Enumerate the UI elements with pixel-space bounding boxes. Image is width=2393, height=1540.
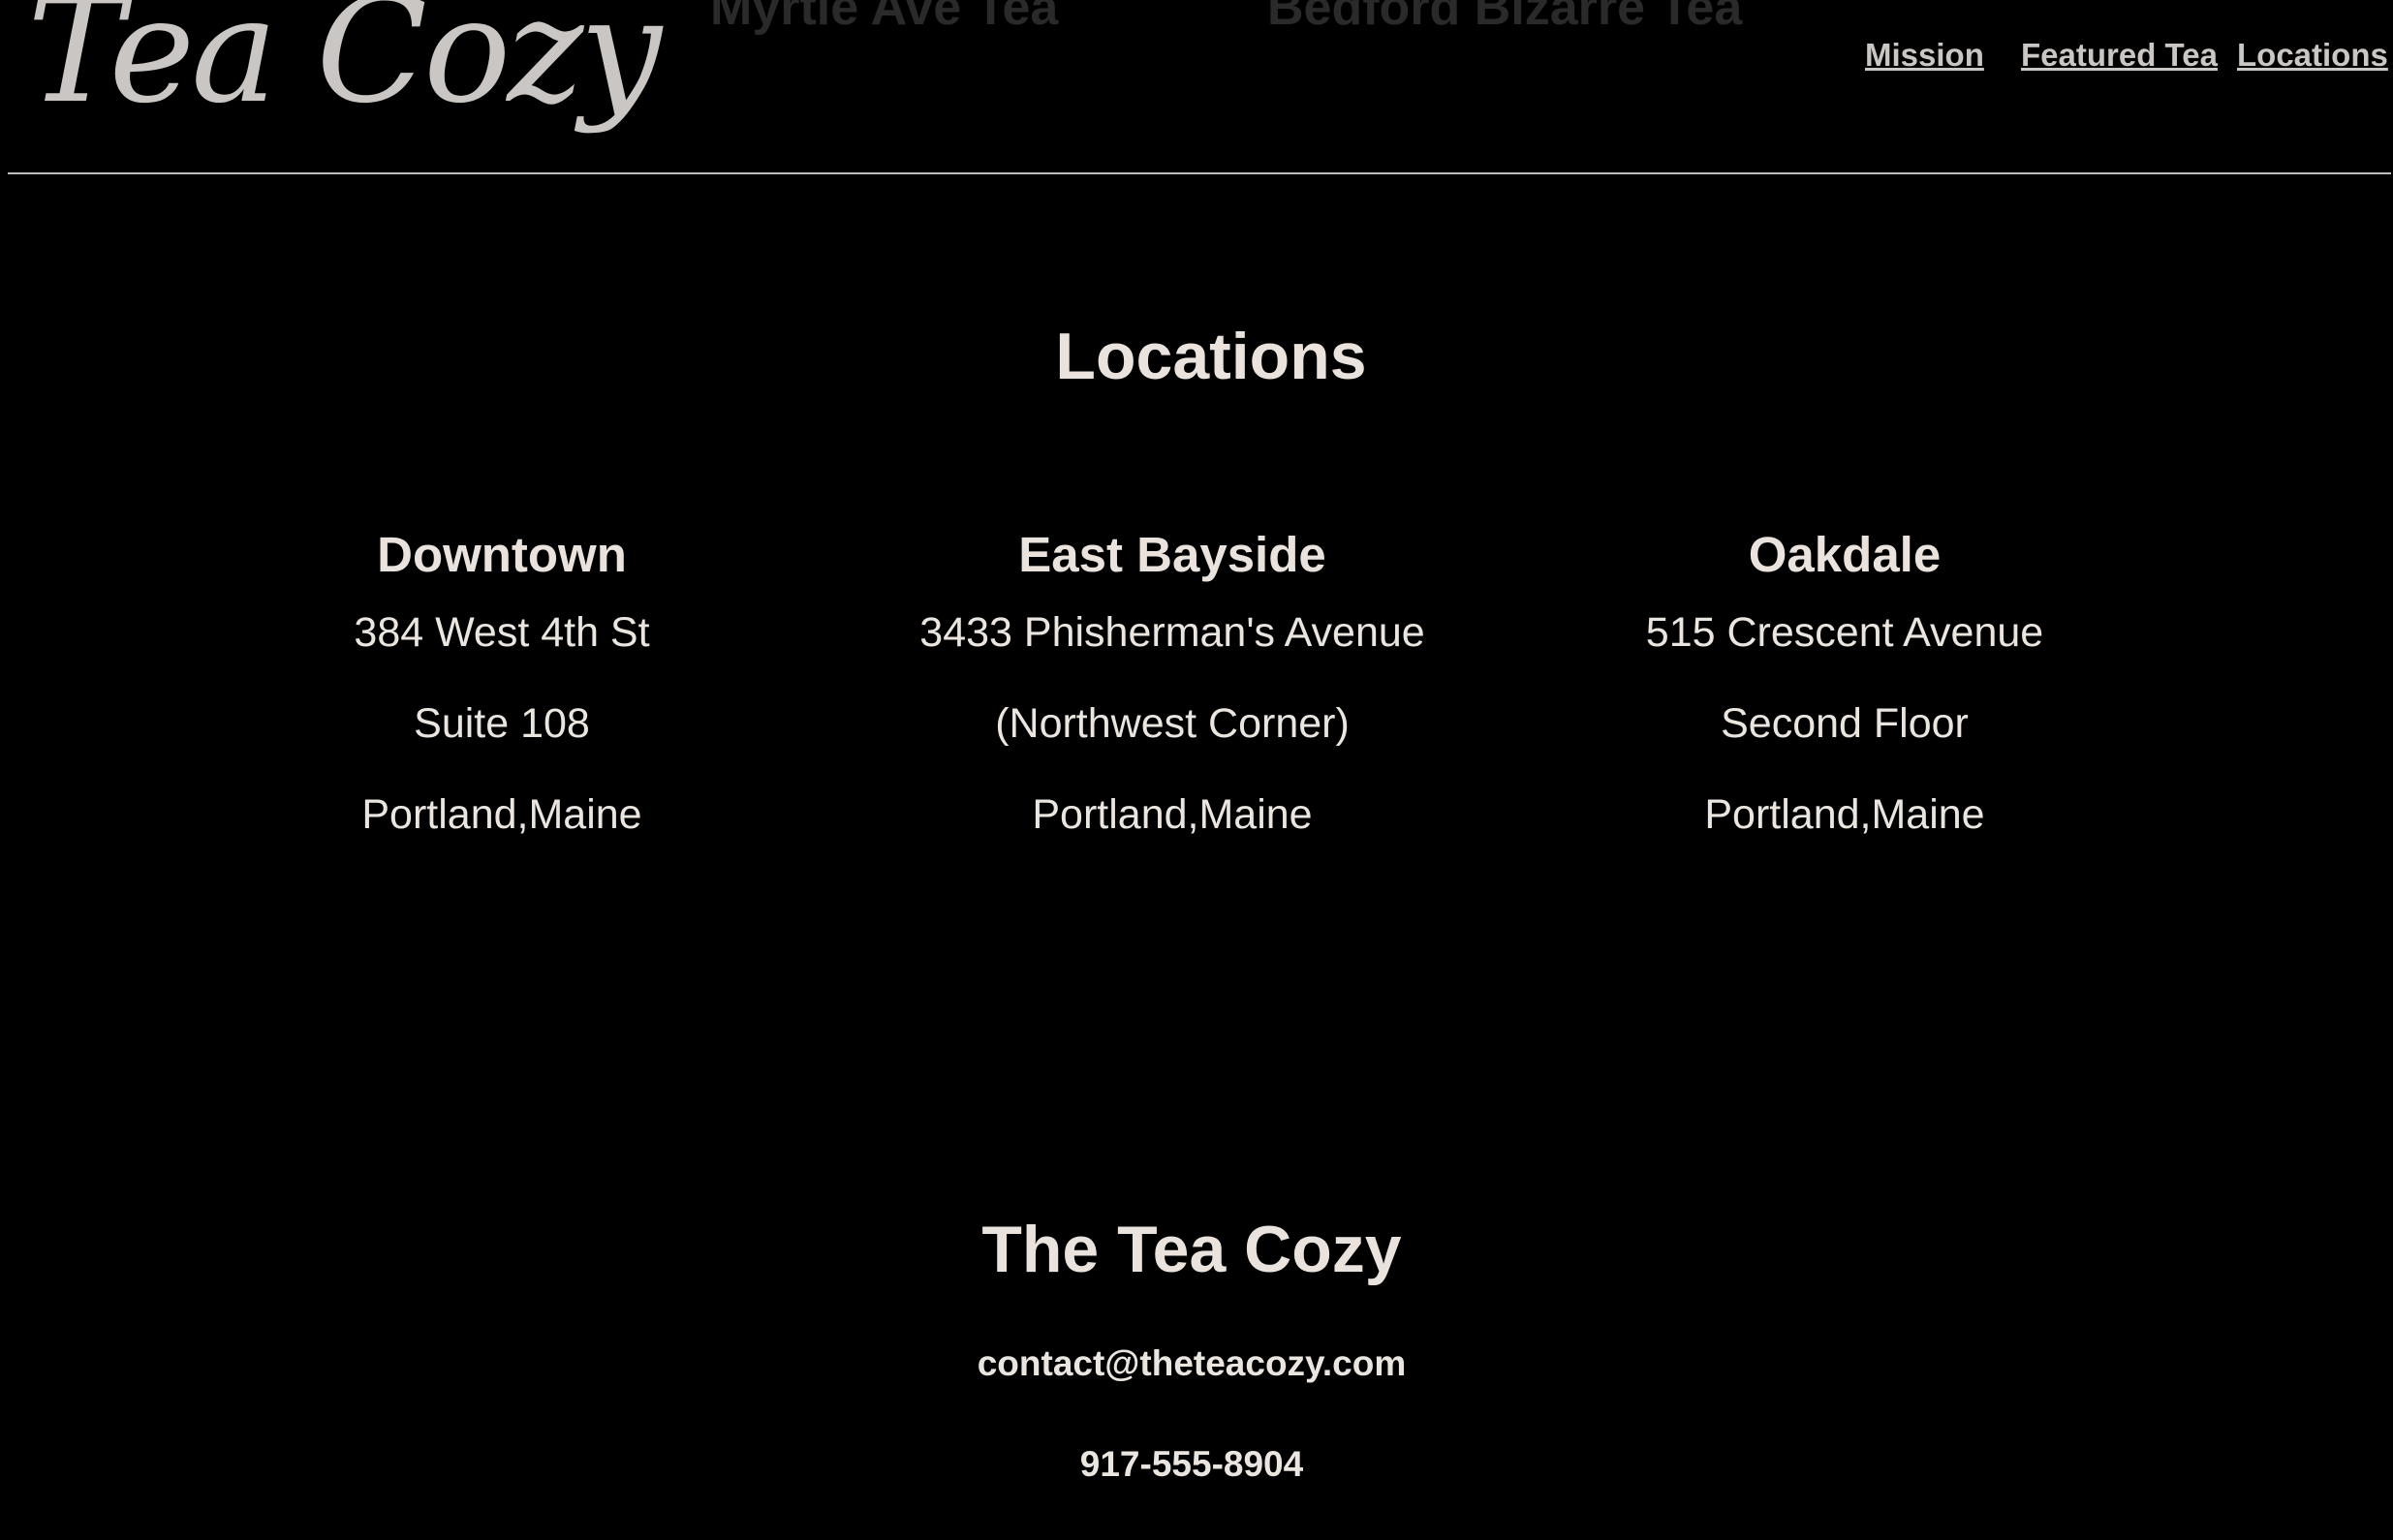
logo[interactable]: Tea Cozy [27, 0, 662, 124]
section-title: Locations [1055, 320, 1367, 393]
address-line: Suite 108 [414, 700, 590, 747]
contact-email: contact@theteacozy.com [977, 1343, 1407, 1383]
ghost-link-myrtle-ave-tea: Myrtle Ave Tea [710, 0, 1059, 36]
contact-phone: 917-555-8904 [1079, 1444, 1304, 1484]
location-name: East Bayside [1018, 527, 1326, 582]
address-line: 515 Crescent Avenue [1645, 609, 2044, 656]
address-line: Portland,Maine [361, 791, 642, 838]
site-header: Tea Cozy Myrtle Ave Tea Bedford Bizarre … [0, 0, 2393, 174]
address-line: Second Floor [1721, 700, 1969, 747]
nav-link-featured-tea[interactable]: Featured Tea [2021, 39, 2218, 71]
nav-link-locations[interactable]: Locations [2237, 39, 2388, 71]
address-line: 384 West 4th St [354, 609, 650, 656]
header-divider [8, 172, 2391, 174]
location-card-east-bayside: East Bayside 3433 Phisherman's Avenue (N… [833, 523, 1511, 860]
location-name: Oakdale [1748, 527, 1942, 582]
location-name: Downtown [377, 527, 627, 582]
address-line: Portland,Maine [1032, 791, 1313, 838]
address-line: Portland,Maine [1704, 791, 1985, 838]
ghost-link-bedford-bizarre-tea: Bedford Bizarre Tea [1267, 0, 1743, 36]
footer-title: The Tea Cozy [981, 1213, 1402, 1286]
address-line: 3433 Phisherman's Avenue [919, 609, 1425, 656]
address-line: (Northwest Corner) [995, 700, 1350, 747]
location-card-downtown: Downtown 384 West 4th St Suite 108 Portl… [163, 523, 841, 860]
nav-link-mission[interactable]: Mission [1865, 39, 1984, 71]
location-card-oakdale: Oakdale 515 Crescent Avenue Second Floor… [1506, 523, 2184, 860]
